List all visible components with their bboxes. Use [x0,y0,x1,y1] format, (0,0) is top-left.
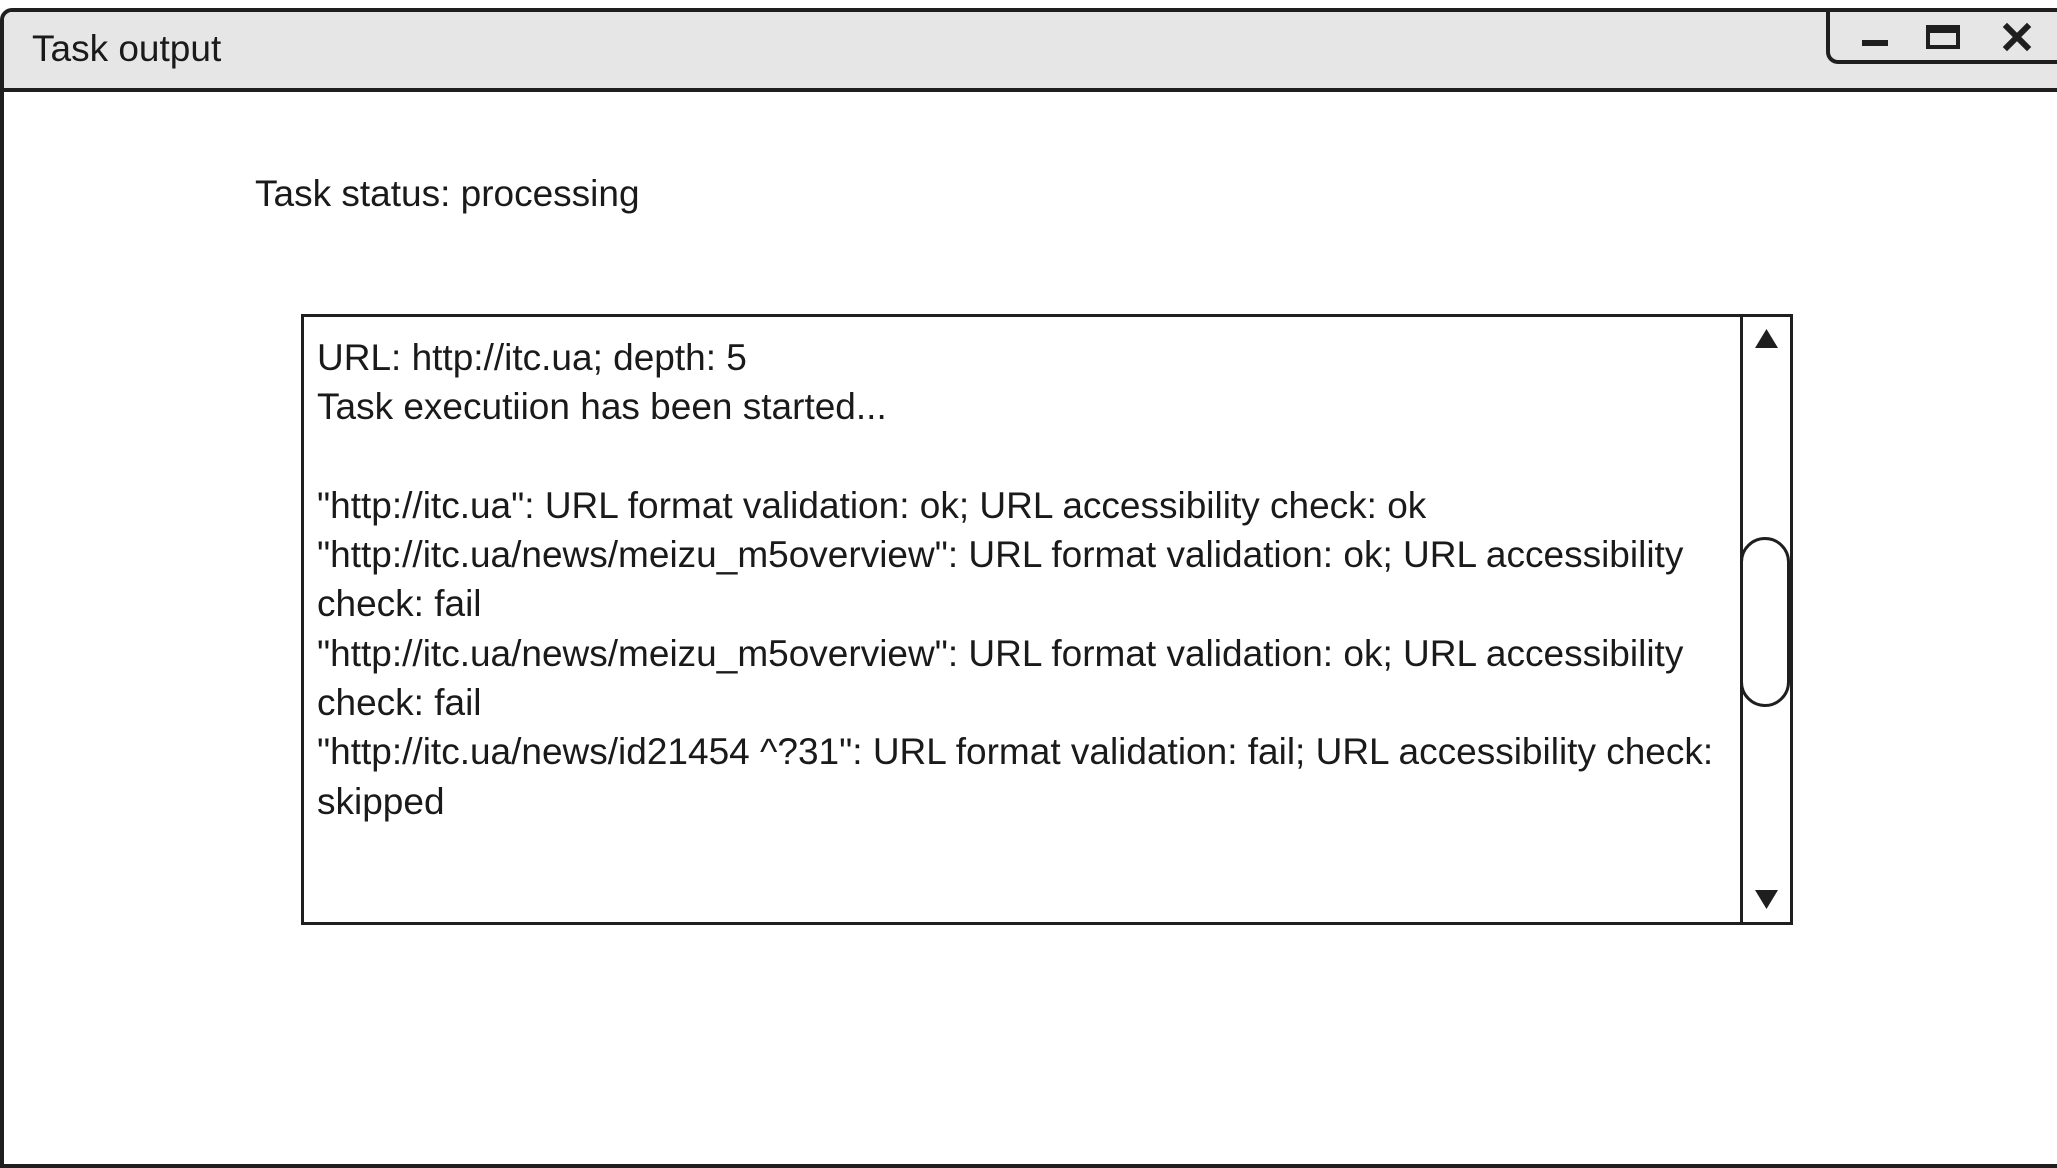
scroll-thumb[interactable] [1740,537,1790,707]
log-line: "http://itc.ua/news/id21454 ^?31": URL f… [317,731,1714,822]
task-log-textarea[interactable]: URL: http://itc.ua; depth: 5 Task execut… [301,314,1793,925]
log-line: URL: http://itc.ua; depth: 5 [317,337,747,378]
minimize-icon [1862,40,1888,46]
task-output-window: Task output Task status: processing URL:… [0,8,2057,1168]
log-line: "http://itc.ua/news/meizu_m5overview": U… [317,632,1684,724]
log-content: URL: http://itc.ua; depth: 5 Task execut… [317,333,1747,826]
maximize-button[interactable] [1916,12,1976,60]
arrow-up-icon [1755,329,1778,348]
close-icon [2002,22,2032,52]
minimize-button[interactable] [1850,12,1910,60]
scroll-down-button[interactable] [1743,876,1790,922]
title-bar[interactable]: Task output [4,12,2057,92]
log-line: Task executiion has been started... [317,386,887,428]
log-line: "http://itc.ua": URL format validation: … [317,484,1427,526]
arrow-down-icon [1755,890,1778,909]
log-line: "http://itc.ua/news/meizu_m5overview": U… [317,534,1684,625]
scroll-up-button[interactable] [1743,317,1790,363]
window-title: Task output [32,28,222,69]
log-scrollbar[interactable] [1740,317,1790,922]
maximize-icon [1926,25,1960,49]
task-status-label: Task status: processing [255,173,640,214]
close-button[interactable] [1990,12,2050,60]
window-controls [1826,12,2057,64]
